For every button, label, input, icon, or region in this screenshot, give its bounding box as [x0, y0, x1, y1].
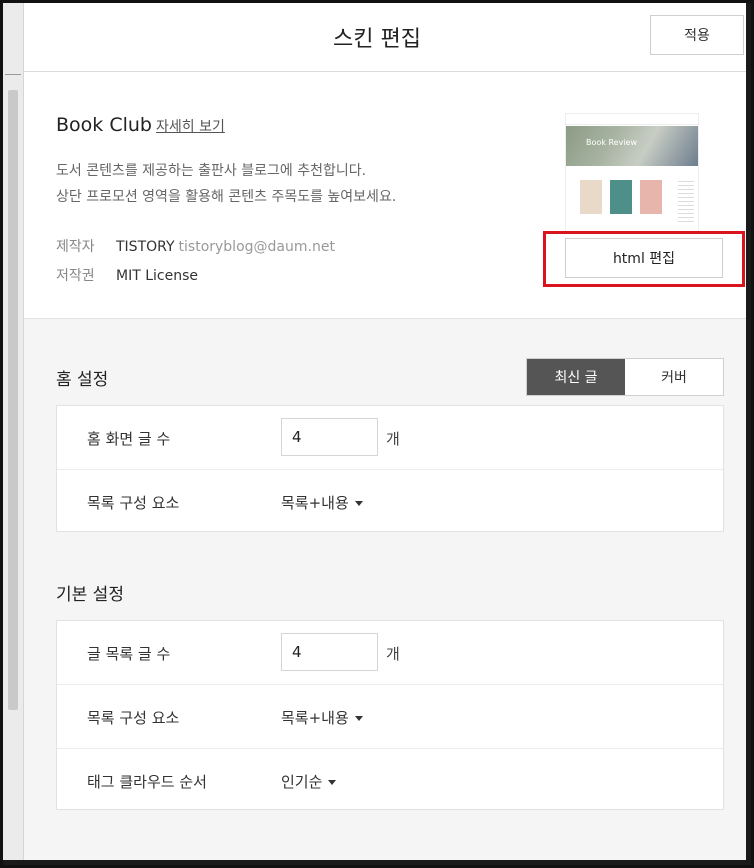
window-frame [0, 0, 754, 868]
